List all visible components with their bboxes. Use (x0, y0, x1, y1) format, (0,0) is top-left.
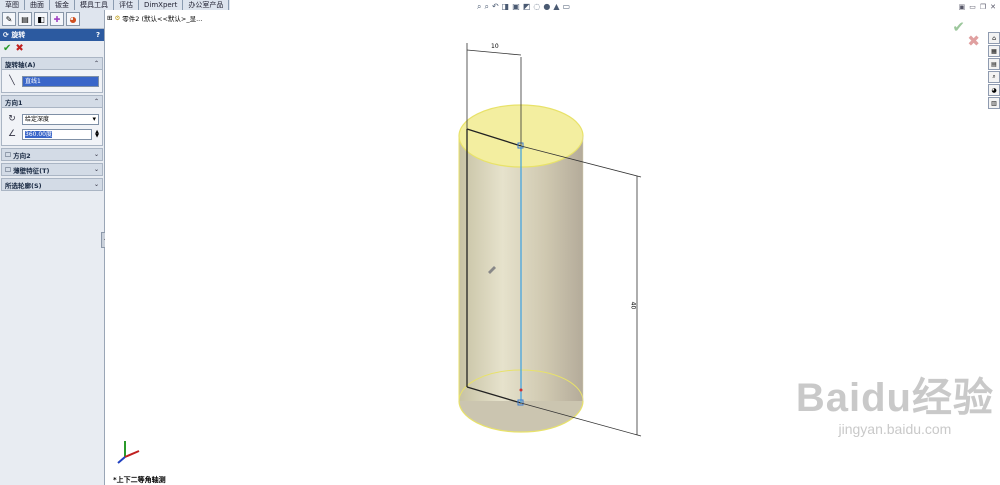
feature-tree-flyout[interactable]: ⊞ ⚙ 零件2 (默认<<默认>_显... (107, 13, 202, 23)
design-library-icon[interactable]: ▦ (988, 45, 1000, 57)
property-manager-icon[interactable]: ▤ (18, 12, 32, 26)
section-view-icon[interactable]: ◨ (502, 2, 510, 12)
hide-show-icon[interactable]: ◌ (533, 2, 540, 12)
appearance-icon[interactable]: ● (543, 2, 550, 12)
dimension-width-label[interactable]: 10 (491, 43, 499, 50)
group-direction1-body: ↻ 给定深度 ∠ 360.00度 ▲▼ (1, 108, 103, 146)
expand-icon: ⌄ (93, 166, 99, 173)
appearances-icon[interactable]: ◕ (988, 84, 1000, 96)
confirm-ok-icon[interactable]: ✔ (952, 18, 965, 36)
tile-icon[interactable]: ▣ (959, 3, 966, 11)
minimize-icon[interactable]: ▭ (969, 3, 976, 11)
group-thin-label: 薄壁特征(T) (13, 166, 50, 175)
cancel-button[interactable]: ✖ (15, 43, 23, 54)
end-condition-dropdown[interactable]: 给定深度 (22, 113, 99, 125)
tab-sheet-metal[interactable]: 钣金 (50, 0, 75, 10)
dimension-height-label[interactable]: 40 (629, 302, 636, 310)
task-pane-tabs: ⌂ ▦ ▤ ⌕ ◕ ▥ (988, 32, 1000, 109)
group-contours-header[interactable]: 所选轮廓(S) ⌄ (1, 178, 103, 191)
sketch-profile[interactable] (466, 128, 524, 406)
display-manager-icon[interactable]: ◕ (66, 12, 80, 26)
previous-view-icon[interactable]: ↶ (492, 2, 499, 12)
angle-spinner[interactable]: ▲ ▼ (95, 130, 99, 139)
scene-icon[interactable]: ▲ (553, 2, 559, 12)
group-direction2-label: 方向2 (13, 151, 31, 160)
dimension-width[interactable] (466, 43, 522, 146)
display-style-icon[interactable]: ◩ (523, 2, 531, 12)
tab-mold-tools[interactable]: 模具工具 (75, 0, 114, 10)
tab-dimxpert[interactable]: DimXpert (139, 0, 184, 10)
heads-up-toolbar: ⌕ ⌕ ↶ ◨ ▣ ◩ ◌ ● ▲ ▭ (477, 2, 570, 12)
ok-button[interactable]: ✔ (3, 43, 11, 54)
view-orientation-icon[interactable]: ▣ (512, 2, 520, 12)
checkbox-icon[interactable]: ☐ (5, 166, 11, 174)
watermark-url: jingyan.baidu.com (838, 421, 952, 437)
part-name: 零件2 (默认<<默认>_显... (122, 15, 203, 23)
expand-icon[interactable]: ⊞ (107, 14, 112, 22)
manager-tabs: ✎ ▤ ◧ ✚ ◕ (0, 10, 104, 29)
line-icon: ╲ (9, 76, 15, 86)
feature-title: 旋转 (11, 31, 26, 39)
close-icon[interactable]: ✕ (990, 3, 996, 11)
window-controls: ▣ ▭ ❐ ✕ (959, 3, 996, 11)
coordinate-triad (117, 441, 140, 464)
part-icon: ⚙ (114, 14, 121, 22)
revolve-icon: ⟳ (3, 31, 9, 39)
cylinder-body[interactable] (458, 104, 584, 433)
group-thin-header[interactable]: ☐ 薄壁特征(T) ⌄ (1, 163, 103, 176)
confirm-cancel-icon[interactable]: ✖ (967, 32, 980, 50)
group-direction2-header[interactable]: ☐ 方向2 ⌄ (1, 148, 103, 161)
view-orientation-label: *上下二等角轴测 (113, 476, 166, 484)
cursor-icon (488, 266, 496, 274)
watermark-brand: Baidu经验 (795, 376, 994, 420)
axis-selection-field[interactable]: 直线1 (22, 75, 99, 87)
zoom-to-fit-icon[interactable]: ⌕ (477, 2, 481, 12)
restore-icon[interactable]: ❐ (980, 3, 986, 11)
dimxpert-icon[interactable]: ✚ (50, 12, 64, 26)
dimension-height[interactable] (520, 145, 642, 437)
file-explorer-icon[interactable]: ▤ (988, 58, 1000, 70)
tab-surface[interactable]: 曲面 (25, 0, 50, 10)
reverse-direction-icon[interactable]: ↻ (5, 113, 19, 125)
group-contours-label: 所选轮廓(S) (5, 181, 42, 190)
angle-input[interactable]: 360.00度 (22, 128, 93, 140)
expand-icon: ⌄ (93, 181, 99, 188)
feature-manager-icon[interactable]: ✎ (2, 12, 16, 26)
confirm-row: ✔ ✖ (0, 41, 104, 55)
zoom-area-icon[interactable]: ⌕ (484, 2, 488, 12)
help-button[interactable]: ? (96, 31, 100, 39)
angle-icon: ∠ (7, 129, 17, 139)
property-manager-panel: ✎ ▤ ◧ ✚ ◕ ⟳ 旋转 ? ✔ ✖ 旋转轴(A) ⌃ ╲ 直线1 方向1 … (0, 10, 105, 485)
config-manager-icon[interactable]: ◧ (34, 12, 48, 26)
expand-icon: ⌄ (93, 151, 99, 158)
group-axis-header[interactable]: 旋转轴(A) ⌃ (1, 57, 103, 70)
group-axis-body: ╲ 直线1 (1, 70, 103, 93)
tab-office-products[interactable]: 办公室产品 (183, 0, 230, 10)
group-axis-label: 旋转轴(A) (5, 60, 36, 69)
view-settings-icon[interactable]: ▭ (562, 2, 570, 12)
feature-title-bar: ⟳ 旋转 ? (0, 29, 104, 41)
graphics-area[interactable]: ⊞ ⚙ 零件2 (默认<<默认>_显... ⌕ ⌕ ↶ ◨ ▣ ◩ ◌ ● ▲ … (105, 2, 1000, 485)
search-icon[interactable]: ⌕ (988, 71, 1000, 83)
tab-sketch[interactable]: 草图 (0, 0, 25, 10)
collapse-icon: ⌃ (93, 60, 99, 67)
tab-evaluate[interactable]: 评估 (114, 0, 139, 10)
group-direction1-header[interactable]: 方向1 ⌃ (1, 95, 103, 108)
watermark: Baidu经验 jingyan.baidu.com (796, 378, 994, 437)
group-direction1-label: 方向1 (5, 98, 23, 107)
resources-icon[interactable]: ⌂ (988, 32, 1000, 44)
custom-properties-icon[interactable]: ▥ (988, 97, 1000, 109)
collapse-icon: ⌃ (93, 98, 99, 105)
checkbox-icon[interactable]: ☐ (5, 151, 11, 159)
